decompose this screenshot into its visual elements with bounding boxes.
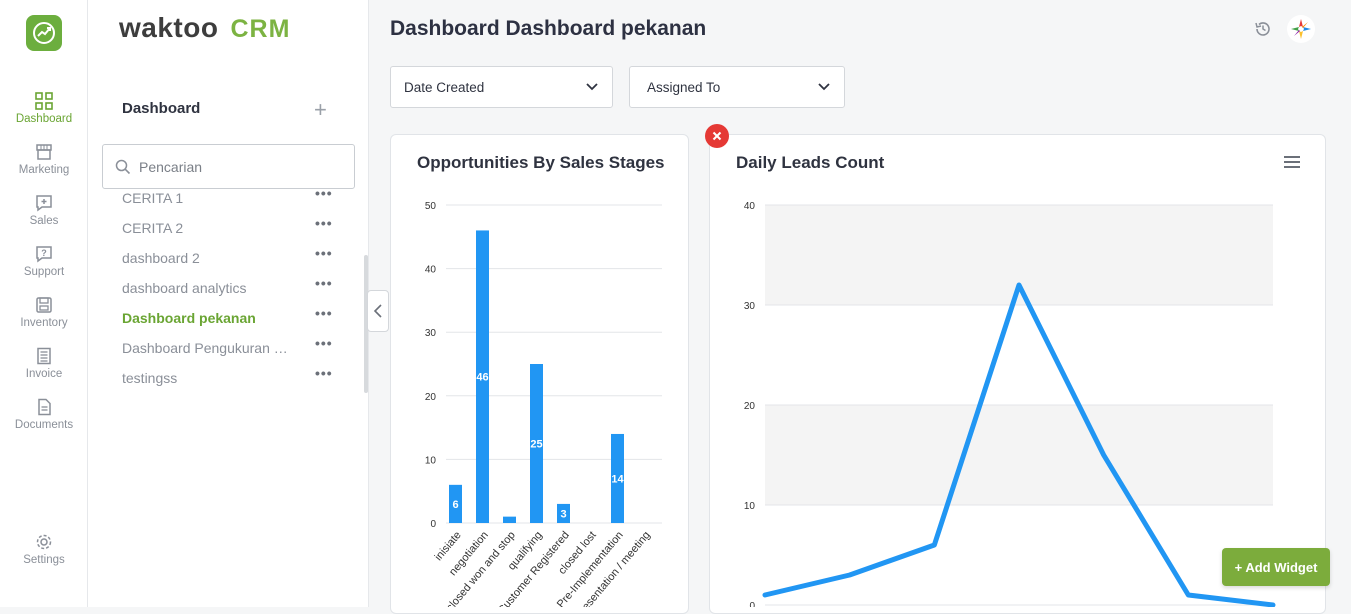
rail-item-inventory[interactable]: Inventory [0, 296, 88, 329]
icon-rail: Dashboard Marketing Sales ? Support Inve… [0, 0, 88, 607]
y-tick-label: 20 [744, 401, 756, 412]
dashboard-list-item[interactable]: Dashboard Pengukuran Kinerja••• [122, 333, 352, 363]
rail-item-marketing[interactable]: Marketing [0, 143, 88, 176]
more-options-icon[interactable]: ••• [315, 305, 333, 321]
save-icon [36, 297, 52, 313]
dashboard-list-item[interactable]: testingss ••• [122, 363, 352, 393]
brand-logo: waktoo CRM [119, 12, 291, 43]
dashboard-list-item[interactable]: CERITA 2 ••• [122, 213, 352, 243]
add-box-icon [36, 195, 52, 212]
chevron-down-icon [586, 83, 598, 91]
svg-text:?: ? [41, 248, 47, 258]
history-icon[interactable] [1253, 19, 1273, 44]
more-options-icon[interactable]: ••• [315, 275, 333, 291]
add-dashboard-button[interactable]: + [314, 98, 327, 122]
y-tick-label: 10 [425, 455, 437, 466]
avatar[interactable] [1287, 15, 1315, 43]
search-icon [115, 159, 131, 174]
remove-widget-button[interactable] [705, 124, 729, 148]
rail-label: Sales [29, 215, 59, 227]
dashboard-list-panel: waktooCRM Dashboard + CERITA 1••• CERITA… [88, 0, 369, 607]
chevron-left-icon [373, 304, 382, 318]
opportunities-bar-chart: 010203040506inisiate46negotiationclosed … [425, 201, 662, 607]
hamburger-menu-icon[interactable] [1283, 155, 1301, 174]
app-logo-icon[interactable] [26, 15, 62, 51]
rail-label: Documents [14, 419, 74, 431]
close-icon [712, 131, 722, 141]
y-tick-label: 40 [425, 265, 437, 276]
rail-label: Dashboard [15, 113, 73, 125]
dashboard-list-item[interactable]: dashboard 2 ••• [122, 243, 352, 273]
widget-title: Daily Leads Count [736, 153, 885, 172]
document-icon [38, 398, 51, 416]
more-options-icon[interactable]: ••• [315, 185, 333, 201]
y-tick-label: 50 [425, 201, 437, 212]
avatar-logo-icon [1291, 19, 1311, 39]
data-label: 6 [452, 499, 458, 511]
gear-icon [36, 534, 52, 550]
y-tick-label: 10 [744, 501, 756, 512]
panel-title: Dashboard [122, 100, 201, 117]
storefront-icon [36, 144, 52, 160]
y-tick-label: 0 [430, 519, 436, 530]
y-tick-label: 20 [425, 392, 437, 403]
grid-band [765, 405, 1273, 505]
dashboard-list-item-active[interactable]: Dashboard pekanan ••• [122, 303, 352, 333]
collapse-panel-button[interactable] [367, 290, 389, 332]
assigned-to-filter[interactable]: Assigned To [629, 66, 845, 108]
rail-item-support[interactable]: ? Support [0, 245, 88, 278]
add-widget-button[interactable]: + Add Widget [1222, 548, 1330, 586]
data-label: 25 [530, 439, 542, 451]
help-box-icon: ? [36, 246, 52, 263]
widget-title: Opportunities By Sales Stages [417, 153, 665, 172]
data-label: 46 [476, 372, 488, 384]
rail-label: Settings [23, 554, 65, 566]
rail-item-invoice[interactable]: Invoice [0, 347, 88, 380]
filter-label: Assigned To [647, 79, 721, 95]
date-created-filter[interactable]: Date Created [390, 66, 613, 108]
more-options-icon[interactable]: ••• [315, 245, 333, 261]
more-options-icon[interactable]: ••• [315, 215, 333, 231]
list-doc-icon [37, 347, 51, 365]
rail-item-dashboard[interactable]: Dashboard [0, 92, 88, 125]
rail-label: Marketing [18, 164, 70, 176]
rail-item-sales[interactable]: Sales [0, 194, 88, 227]
page-title: Dashboard Dashboard pekanan [390, 17, 707, 40]
bar [503, 516, 516, 523]
more-options-icon[interactable]: ••• [315, 335, 333, 351]
chevron-down-icon [818, 83, 830, 91]
daily-leads-line-chart: 0 10 20 30 40 [744, 201, 1276, 607]
y-tick-label: 0 [749, 601, 755, 607]
filter-label: Date Created [404, 79, 485, 95]
data-label: 14 [611, 473, 624, 485]
rail-label: Invoice [25, 368, 63, 380]
y-tick-label: 40 [744, 201, 756, 212]
rail-label: Support [23, 266, 65, 278]
dashboard-list-item[interactable]: dashboard analytics ••• [122, 273, 352, 303]
y-tick-label: 30 [425, 328, 437, 339]
dashboard-list-item[interactable]: CERITA 1 ••• [122, 183, 352, 213]
rail-item-settings[interactable]: Settings [0, 533, 88, 566]
y-tick-label: 30 [744, 301, 756, 312]
search-input[interactable] [139, 158, 339, 175]
more-options-icon[interactable]: ••• [315, 365, 333, 381]
grid-icon [35, 92, 53, 110]
rail-label: Inventory [20, 317, 68, 329]
rail-item-documents[interactable]: Documents [0, 398, 88, 431]
data-label: 3 [560, 508, 566, 520]
